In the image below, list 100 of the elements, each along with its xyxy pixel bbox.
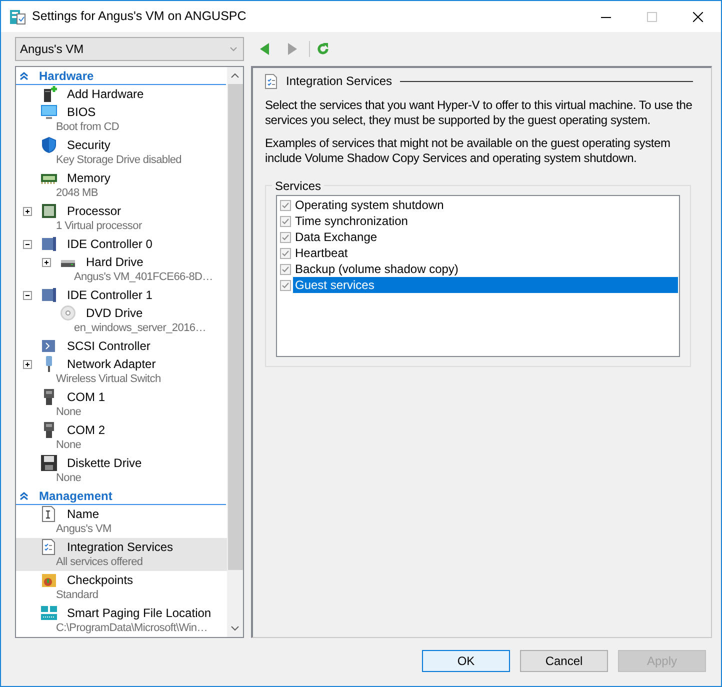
tree-item[interactable]: COM 1 None bbox=[16, 388, 227, 421]
tree-item[interactable]: Add Hardware bbox=[16, 85, 227, 103]
checkbox[interactable] bbox=[280, 248, 291, 258]
folder-icon bbox=[41, 572, 57, 588]
item-label: BIOS bbox=[67, 104, 96, 121]
item-detail: None bbox=[56, 406, 82, 420]
dropdown-value: Angus's VM bbox=[20, 41, 84, 58]
tree-item[interactable]: Diskette Drive None bbox=[16, 454, 227, 487]
tree-item[interactable]: Memory 2048 MB bbox=[16, 169, 227, 202]
vm-dropdown[interactable]: Angus's VM bbox=[15, 37, 244, 61]
monitor-icon bbox=[41, 104, 57, 120]
item-detail: None bbox=[56, 439, 82, 453]
port-icon bbox=[41, 422, 57, 438]
service-item[interactable]: Time synchronization bbox=[293, 213, 678, 229]
item-label: SCSI Controller bbox=[67, 338, 150, 355]
checkbox[interactable] bbox=[280, 232, 291, 242]
shield-icon bbox=[41, 137, 57, 153]
item-label: IDE Controller 0 bbox=[67, 236, 152, 253]
item-label: Memory bbox=[67, 170, 110, 187]
expander-toggle[interactable] bbox=[23, 206, 32, 216]
dialog-button[interactable]: OK bbox=[422, 650, 510, 672]
text-cursor-document-icon bbox=[41, 506, 57, 522]
scrollbar[interactable] bbox=[227, 67, 243, 637]
collapse-chevron-icon[interactable] bbox=[20, 72, 28, 80]
item-label: Diskette Drive bbox=[67, 455, 142, 472]
floppy-icon bbox=[41, 455, 57, 471]
item-detail: 1 Virtual processor bbox=[56, 220, 142, 234]
section-heading: Integration Services bbox=[286, 73, 392, 90]
item-label: Network Adapter bbox=[67, 356, 156, 373]
tree-item[interactable]: Security Key Storage Drive disabled bbox=[16, 136, 227, 169]
item-label: IDE Controller 1 bbox=[67, 287, 152, 304]
paging-icon bbox=[41, 605, 57, 621]
item-label: COM 2 bbox=[67, 422, 106, 439]
service-item[interactable]: Data Exchange bbox=[293, 229, 678, 245]
expander-toggle[interactable] bbox=[23, 290, 32, 300]
processor-icon bbox=[41, 203, 57, 219]
tree-item[interactable]: Name Angus's VM bbox=[16, 505, 227, 538]
tree-item[interactable]: BIOS Boot from CD bbox=[16, 103, 227, 136]
checkbox[interactable] bbox=[280, 280, 291, 290]
forward-arrow-icon bbox=[288, 43, 296, 55]
tree-item[interactable]: Integration Services All services offered bbox=[16, 538, 227, 571]
scroll-thumb[interactable] bbox=[228, 84, 242, 570]
section-header: Hardware bbox=[39, 68, 94, 84]
back-arrow-icon bbox=[260, 43, 268, 55]
tower-plus-icon bbox=[41, 86, 57, 102]
checkbox[interactable] bbox=[280, 200, 291, 210]
service-item[interactable]: Operating system shutdown bbox=[293, 197, 678, 213]
item-label: DVD Drive bbox=[86, 305, 143, 322]
section-header: Management bbox=[39, 488, 112, 504]
item-label: Smart Paging File Location bbox=[67, 605, 212, 622]
collapse-chevron-icon[interactable] bbox=[20, 492, 28, 500]
refresh-icon[interactable] bbox=[316, 42, 330, 56]
item-detail: Wireless Virtual Switch bbox=[56, 373, 161, 387]
item-detail: Boot from CD bbox=[56, 121, 120, 135]
item-label: Name bbox=[67, 506, 100, 523]
controller-icon bbox=[41, 338, 57, 354]
item-label: Processor bbox=[67, 203, 122, 220]
tree-item[interactable]: Hard Drive Angus's VM_401FCE66-8D… bbox=[16, 253, 227, 286]
item-detail: C:\ProgramData\Microsoft\Win… bbox=[56, 622, 208, 636]
services-list[interactable]: Operating system shutdown Time synchronization Data Exchange Heartbeat Backup (volume shadow copy) Guest services bbox=[276, 195, 680, 357]
controller-icon bbox=[41, 236, 57, 252]
scroll-up-icon[interactable] bbox=[231, 73, 239, 78]
description-text: Examples of services that might not be available on the guest operating system include Volume Shadow Copy Services and operating system shutdown. bbox=[265, 136, 672, 166]
item-detail: Key Storage Drive disabled bbox=[56, 154, 182, 168]
expander-toggle[interactable] bbox=[23, 240, 32, 248]
item-detail: Angus's VM bbox=[56, 523, 112, 537]
tree-item[interactable]: SCSI Controller bbox=[16, 337, 227, 355]
checklist-document-icon bbox=[265, 74, 277, 88]
checkbox[interactable] bbox=[280, 216, 291, 226]
close-icon bbox=[693, 12, 703, 22]
service-item[interactable]: Backup (volume shadow copy) bbox=[293, 261, 678, 277]
service-item[interactable]: Heartbeat bbox=[293, 245, 678, 261]
scroll-down-icon[interactable] bbox=[231, 626, 239, 631]
tree-item[interactable]: COM 2 None bbox=[16, 421, 227, 454]
item-detail: Angus's VM_401FCE66-8D… bbox=[74, 271, 213, 285]
tree-item[interactable]: IDE Controller 1 bbox=[16, 286, 227, 304]
item-label: COM 1 bbox=[67, 389, 106, 406]
window-title: Settings for Angus's VM on ANGUSPC bbox=[32, 8, 246, 26]
expander-toggle[interactable] bbox=[23, 360, 32, 368]
tree-item[interactable]: Checkpoints Standard bbox=[16, 571, 227, 604]
item-detail: Standard bbox=[56, 589, 98, 603]
item-label: Hard Drive bbox=[86, 254, 144, 271]
tree-item[interactable]: DVD Drive en_windows_server_2016… bbox=[16, 304, 227, 337]
checklist-document-icon bbox=[41, 539, 57, 555]
settings-window-icon bbox=[9, 8, 26, 25]
item-detail: None bbox=[56, 472, 82, 486]
disc-icon bbox=[60, 305, 76, 321]
controller-icon bbox=[41, 287, 57, 303]
item-label: Checkpoints bbox=[67, 572, 134, 589]
tree-item[interactable]: Processor 1 Virtual processor bbox=[16, 202, 227, 235]
tree-item[interactable]: Smart Paging File Location C:\ProgramData\Microsoft\Win… bbox=[16, 604, 227, 637]
tree-item[interactable]: IDE Controller 0 bbox=[16, 235, 227, 253]
expander-toggle[interactable] bbox=[42, 258, 51, 266]
service-item[interactable]: Guest services bbox=[293, 277, 678, 293]
checkbox[interactable] bbox=[280, 264, 291, 274]
tree-item[interactable]: Network Adapter Wireless Virtual Switch bbox=[16, 355, 227, 388]
item-detail: All services offered bbox=[56, 556, 143, 570]
item-detail: 2048 MB bbox=[56, 187, 98, 201]
item-detail: en_windows_server_2016… bbox=[74, 322, 206, 336]
dialog-button[interactable]: Cancel bbox=[520, 650, 608, 672]
